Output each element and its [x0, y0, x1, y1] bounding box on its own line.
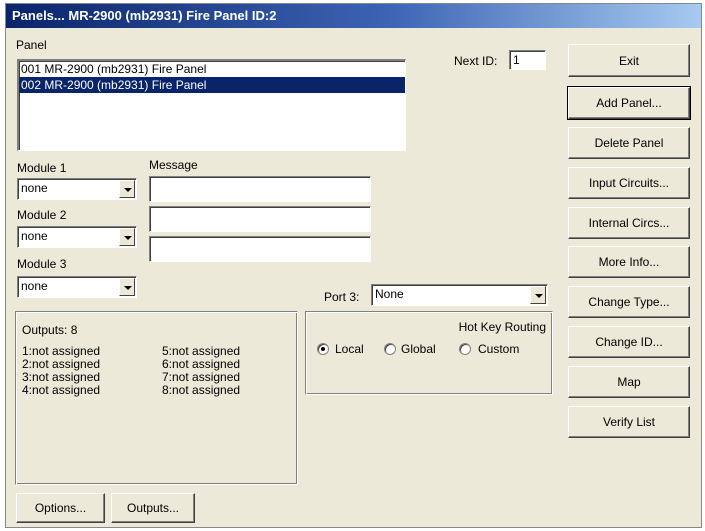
custom-radio-label: Custom: [478, 342, 520, 356]
module-2-value: none: [21, 229, 48, 243]
internal-circs-button[interactable]: Internal Circs...: [568, 207, 690, 239]
module-3-label: Module 3: [17, 257, 67, 271]
message-line-1-input[interactable]: [149, 176, 371, 202]
message-label: Message: [149, 158, 198, 172]
panel-label: Panel: [16, 38, 47, 52]
port3-select[interactable]: None: [371, 284, 548, 306]
input-circuits-button[interactable]: Input Circuits...: [568, 167, 690, 199]
custom-radio[interactable]: [459, 343, 471, 355]
change-id-button[interactable]: Change ID...: [568, 326, 690, 358]
local-radio-label: Local: [335, 342, 364, 356]
hot-key-routing-group: Hot Key Routing Local Global Custom: [305, 311, 553, 395]
message-line-2-input[interactable]: [149, 206, 371, 232]
message-line-3-input[interactable]: [149, 236, 371, 262]
module-3-value: none: [21, 279, 48, 293]
port3-label: Port 3:: [324, 290, 360, 304]
delete-panel-button[interactable]: Delete Panel: [568, 127, 690, 159]
module-3-chevron-down-icon[interactable]: [119, 278, 135, 296]
module-2-select[interactable]: none: [17, 226, 137, 248]
outputs-group: Outputs: 8 1:not assigned 2:not assigned…: [15, 311, 298, 485]
panels-dialog: Panels... MR-2900 (mb2931) Fire Panel ID…: [5, 3, 702, 528]
module-1-chevron-down-icon[interactable]: [119, 180, 135, 198]
module-3-select[interactable]: none: [17, 276, 137, 298]
next-id-label: Next ID:: [454, 54, 498, 68]
outputs-header: Outputs: 8: [22, 323, 78, 337]
panel-listbox[interactable]: 001 MR-2900 (mb2931) Fire Panel 002 MR-2…: [17, 59, 406, 151]
output-item: 8:not assigned: [162, 383, 241, 397]
verify-list-button[interactable]: Verify List: [568, 406, 690, 438]
window-title: Panels... MR-2900 (mb2931) Fire Panel ID…: [6, 4, 701, 28]
panel-list-item-selected[interactable]: 002 MR-2900 (mb2931) Fire Panel: [19, 77, 405, 93]
add-panel-button[interactable]: Add Panel...: [567, 86, 691, 120]
more-info-button[interactable]: More Info...: [568, 246, 690, 278]
local-radio[interactable]: [317, 343, 329, 355]
module-1-value: none: [21, 181, 48, 195]
module-1-label: Module 1: [17, 161, 67, 175]
port3-value: None: [375, 287, 404, 301]
next-id-field[interactable]: 1: [509, 50, 546, 70]
module-2-chevron-down-icon[interactable]: [119, 228, 135, 246]
hot-key-routing-title: Hot Key Routing: [458, 320, 546, 334]
module-1-select[interactable]: none: [17, 178, 137, 200]
map-button[interactable]: Map: [568, 366, 690, 398]
output-item: 4:not assigned: [22, 383, 101, 397]
options-button[interactable]: Options...: [16, 493, 105, 523]
outputs-button[interactable]: Outputs...: [111, 493, 195, 523]
exit-button[interactable]: Exit: [568, 44, 690, 77]
module-2-label: Module 2: [17, 208, 67, 222]
panel-list-item[interactable]: 001 MR-2900 (mb2931) Fire Panel: [19, 61, 405, 77]
global-radio-label: Global: [401, 342, 436, 356]
global-radio[interactable]: [384, 343, 396, 355]
port3-chevron-down-icon[interactable]: [530, 286, 546, 304]
change-type-button[interactable]: Change Type...: [568, 286, 690, 318]
next-id-value: 1: [513, 53, 520, 67]
